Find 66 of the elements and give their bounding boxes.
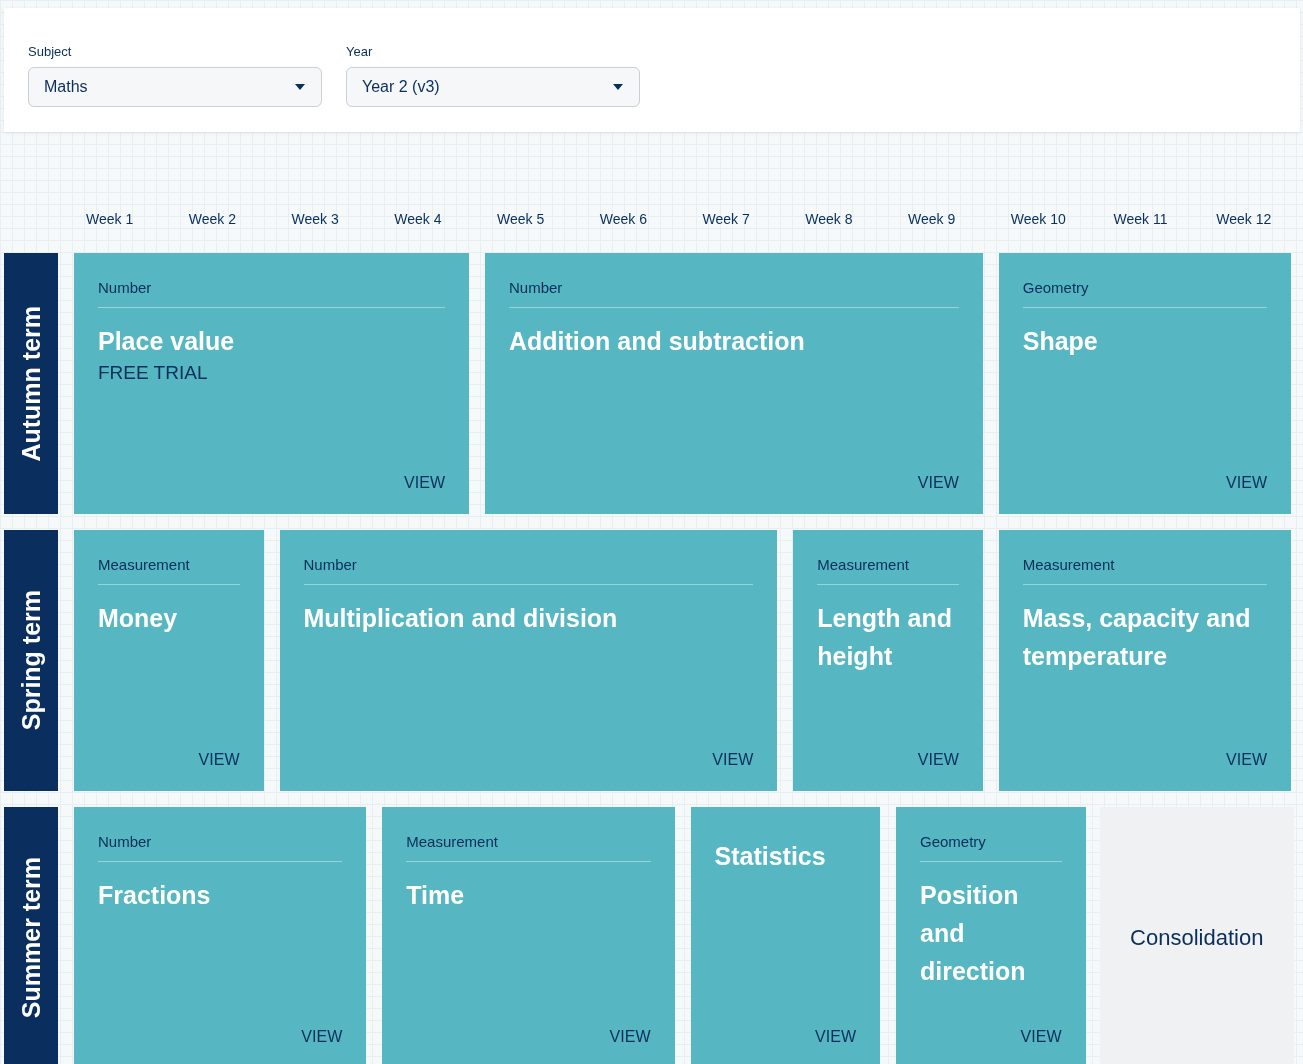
category-label: Number xyxy=(509,279,564,296)
term-label: Spring term xyxy=(4,530,58,791)
term-label: Autumn term xyxy=(4,253,58,514)
week-label: Week 7 xyxy=(701,211,751,229)
category-label: Geometry xyxy=(1022,279,1090,296)
dropdown-field[interactable]: Maths xyxy=(28,67,322,107)
unit-card[interactable]: Number Place value FREE TRIAL VIEW xyxy=(74,253,469,514)
category-label: Measurement xyxy=(98,556,191,573)
unit-title: Statistics xyxy=(714,841,827,872)
category-label: Geometry xyxy=(920,833,987,850)
unit-card[interactable]: Measurement Mass, capacity and temperature VIEW xyxy=(998,530,1291,791)
week-label: Week 9 xyxy=(907,211,957,229)
consolidation-label: Consolidation xyxy=(1130,924,1264,951)
caret-icon xyxy=(613,84,623,90)
unit-card[interactable]: Measurement Money VIEW xyxy=(74,530,264,791)
unit-card[interactable]: Number Fractions VIEW xyxy=(74,807,367,1064)
field-label: Subject xyxy=(28,44,73,59)
term-label: Summer term xyxy=(4,807,58,1064)
view-link[interactable]: VIEW xyxy=(917,751,959,769)
unit-title: Fractions xyxy=(98,880,212,911)
category-label: Number xyxy=(303,556,358,573)
unit-title: Addition and subtraction xyxy=(509,326,806,357)
field-label: Year xyxy=(346,44,374,59)
unit-title: Mass, capacity and temperature xyxy=(1022,603,1252,672)
view-link[interactable]: VIEW xyxy=(917,474,959,492)
view-link[interactable]: VIEW xyxy=(609,1028,651,1046)
unit-title: Place value xyxy=(98,326,236,357)
view-link[interactable]: VIEW xyxy=(198,751,240,769)
week-label: Week 12 xyxy=(1215,211,1273,229)
unit-title: Multiplication and division xyxy=(303,603,619,634)
category-label: Number xyxy=(98,833,153,850)
unit-card[interactable]: Number Multiplication and division VIEW xyxy=(279,530,778,791)
unit-card[interactable]: Measurement Time VIEW xyxy=(382,807,675,1064)
category-label: Measurement xyxy=(1022,556,1116,573)
unit-card[interactable]: Number Addition and subtraction VIEW xyxy=(485,253,983,514)
unit-card[interactable]: Geometry Position and direction VIEW xyxy=(896,807,1086,1064)
unit-title: Time xyxy=(406,880,466,911)
week-label: Week 3 xyxy=(290,211,340,229)
unit-card[interactable]: Measurement Length and height VIEW xyxy=(793,530,983,791)
view-link[interactable]: VIEW xyxy=(815,1028,856,1046)
trial-label: FREE TRIAL xyxy=(98,362,209,384)
week-label: Week 2 xyxy=(187,211,237,229)
week-label: Week 4 xyxy=(393,211,443,229)
view-link[interactable]: VIEW xyxy=(301,1028,343,1046)
view-link[interactable]: VIEW xyxy=(1020,1028,1062,1046)
category-label: Number xyxy=(98,279,153,296)
view-link[interactable]: VIEW xyxy=(404,474,445,492)
week-label: Week 5 xyxy=(496,211,546,229)
view-link[interactable]: VIEW xyxy=(712,751,754,769)
week-label: Week 8 xyxy=(804,211,854,229)
unit-title: Money xyxy=(98,603,179,634)
unit-card[interactable]: Statistics VIEW xyxy=(690,807,880,1064)
caret-icon xyxy=(295,84,305,90)
week-label: Week 6 xyxy=(598,211,648,229)
unit-title: Length and height xyxy=(817,603,953,672)
dropdown-field[interactable]: Year 2 (v3) xyxy=(346,67,640,107)
week-label: Week 10 xyxy=(1009,211,1067,229)
category-label: Measurement xyxy=(817,556,910,573)
category-label: Measurement xyxy=(406,833,499,850)
unit-card[interactable]: Geometry Shape VIEW xyxy=(998,253,1291,514)
view-link[interactable]: VIEW xyxy=(1226,751,1267,769)
unit-title: Position and direction xyxy=(920,880,1027,987)
unit-title: Shape xyxy=(1022,326,1099,357)
week-label: Week 1 xyxy=(85,211,135,229)
view-link[interactable]: VIEW xyxy=(1226,474,1267,492)
week-label: Week 11 xyxy=(1112,211,1169,229)
